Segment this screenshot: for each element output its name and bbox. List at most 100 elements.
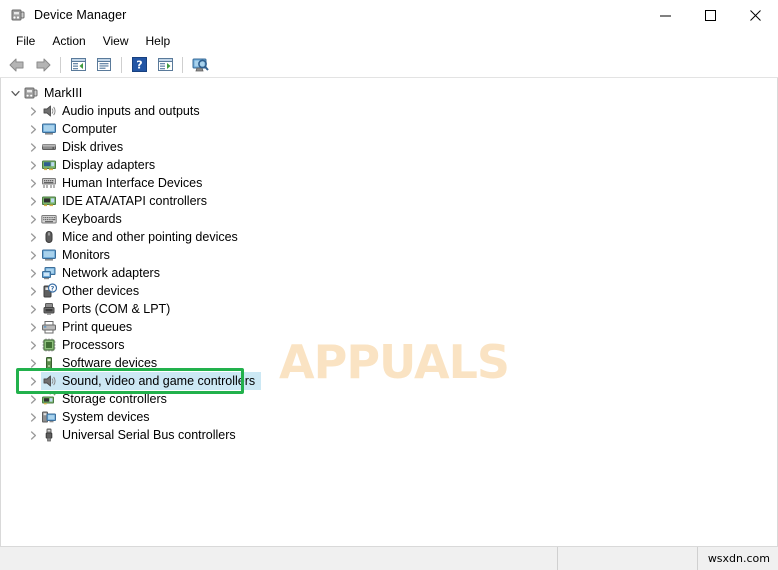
separator-1 bbox=[60, 56, 61, 73]
tree-item-label: Storage controllers bbox=[62, 392, 167, 406]
keyboard-icon bbox=[41, 211, 57, 227]
tree-item-software-devices[interactable]: Software devices bbox=[1, 354, 777, 372]
tree-item-computer[interactable]: Computer bbox=[1, 120, 777, 138]
tree-item-label: Software devices bbox=[62, 356, 158, 370]
speaker-icon bbox=[41, 373, 57, 389]
port-icon bbox=[41, 301, 57, 317]
tree-item-sound-video-and-game-controllers[interactable]: Sound, video and game controllers bbox=[1, 372, 777, 390]
hid-icon bbox=[41, 175, 57, 191]
computer-tower-icon bbox=[23, 85, 39, 101]
processor-icon bbox=[41, 337, 57, 353]
device-tree-panel[interactable]: APPUALS MarkIII Audio inputs and outputs C… bbox=[0, 78, 778, 546]
chevron-right-icon[interactable] bbox=[25, 426, 41, 444]
scan-hardware-changes-button[interactable] bbox=[188, 54, 212, 76]
monitor-icon bbox=[41, 121, 57, 137]
toolbar: ? bbox=[0, 52, 778, 78]
status-bar: wsxdn.com bbox=[0, 546, 778, 570]
separator-3 bbox=[182, 56, 183, 73]
chevron-right-icon[interactable] bbox=[25, 192, 41, 210]
tree-item-universal-serial-bus-controllers[interactable]: Universal Serial Bus controllers bbox=[1, 426, 777, 444]
tree-item-system-devices[interactable]: System devices bbox=[1, 408, 777, 426]
maximize-button[interactable] bbox=[688, 0, 733, 30]
device-manager-icon bbox=[10, 7, 26, 23]
update-driver-button[interactable] bbox=[153, 54, 177, 76]
tree-item-label: Other devices bbox=[62, 284, 140, 298]
tree-item-human-interface-devices[interactable]: Human Interface Devices bbox=[1, 174, 777, 192]
chevron-right-icon[interactable] bbox=[25, 210, 41, 228]
printer-icon bbox=[41, 319, 57, 335]
chevron-right-icon[interactable] bbox=[25, 282, 41, 300]
tree-item-display-adapters[interactable]: Display adapters bbox=[1, 156, 777, 174]
chevron-down-icon[interactable] bbox=[7, 84, 23, 102]
speaker-icon bbox=[41, 103, 57, 119]
chevron-right-icon[interactable] bbox=[25, 102, 41, 120]
tree-item-label: Audio inputs and outputs bbox=[62, 104, 200, 118]
menu-help[interactable]: Help bbox=[138, 31, 180, 51]
tree-item-label: Network adapters bbox=[62, 266, 160, 280]
chevron-right-icon[interactable] bbox=[25, 408, 41, 426]
show-hidden-devices-button[interactable] bbox=[66, 54, 90, 76]
chevron-right-icon[interactable] bbox=[25, 120, 41, 138]
menu-bar: File Action View Help bbox=[0, 30, 778, 52]
menu-file[interactable]: File bbox=[8, 31, 44, 51]
system-device-icon bbox=[41, 409, 57, 425]
tree-item-label: Display adapters bbox=[62, 158, 156, 172]
back-button[interactable] bbox=[5, 54, 29, 76]
tree-item-audio-inputs-and-outputs[interactable]: Audio inputs and outputs bbox=[1, 102, 777, 120]
tree-item-monitors[interactable]: Monitors bbox=[1, 246, 777, 264]
tree-item-storage-controllers[interactable]: Storage controllers bbox=[1, 390, 777, 408]
display-adapter-icon bbox=[41, 157, 57, 173]
other-device-icon: ? bbox=[41, 283, 58, 299]
tree-item-ide-ata-atapi-controllers[interactable]: IDE ATA/ATAPI controllers bbox=[1, 192, 777, 210]
tree-item-disk-drives[interactable]: Disk drives bbox=[1, 138, 777, 156]
usb-icon bbox=[41, 427, 57, 443]
menu-view[interactable]: View bbox=[95, 31, 138, 51]
properties-button[interactable] bbox=[92, 54, 116, 76]
device-tree[interactable]: MarkIII Audio inputs and outputs Computer D… bbox=[1, 78, 777, 444]
tree-item-processors[interactable]: Processors bbox=[1, 336, 777, 354]
window-controls bbox=[643, 0, 778, 30]
close-button[interactable] bbox=[733, 0, 778, 30]
chevron-right-icon[interactable] bbox=[25, 228, 41, 246]
chevron-right-icon[interactable] bbox=[25, 246, 41, 264]
chevron-right-icon[interactable] bbox=[25, 318, 41, 336]
tree-item-label: Universal Serial Bus controllers bbox=[62, 428, 236, 442]
chevron-right-icon[interactable] bbox=[25, 372, 41, 390]
chevron-right-icon[interactable] bbox=[25, 138, 41, 156]
chevron-right-icon[interactable] bbox=[25, 390, 41, 408]
monitor-icon bbox=[41, 247, 57, 263]
menu-action[interactable]: Action bbox=[44, 31, 94, 51]
chevron-right-icon[interactable] bbox=[25, 336, 41, 354]
chevron-right-icon[interactable] bbox=[25, 354, 41, 372]
status-right-pane: wsxdn.com bbox=[707, 552, 770, 565]
tree-item-other-devices[interactable]: ? Other devices bbox=[1, 282, 777, 300]
window-title: Device Manager bbox=[34, 8, 127, 22]
tree-item-keyboards[interactable]: Keyboards bbox=[1, 210, 777, 228]
title-bar: Device Manager bbox=[0, 0, 778, 30]
tree-item-label: Computer bbox=[62, 122, 117, 136]
chevron-right-icon[interactable] bbox=[25, 300, 41, 318]
tree-root-node[interactable]: MarkIII bbox=[1, 84, 777, 102]
tree-item-label: Ports (COM & LPT) bbox=[62, 302, 171, 316]
chevron-right-icon[interactable] bbox=[25, 156, 41, 174]
forward-button[interactable] bbox=[31, 54, 55, 76]
mouse-icon bbox=[41, 229, 57, 245]
chevron-right-icon[interactable] bbox=[25, 264, 41, 282]
disk-drive-icon bbox=[41, 139, 57, 155]
minimize-button[interactable] bbox=[643, 0, 688, 30]
tree-item-label: Print queues bbox=[62, 320, 133, 334]
tree-item-label: Monitors bbox=[62, 248, 110, 262]
tree-item-label: Human Interface Devices bbox=[62, 176, 203, 190]
tree-item-label: IDE ATA/ATAPI controllers bbox=[62, 194, 207, 208]
tree-item-label: Disk drives bbox=[62, 140, 124, 154]
tree-root-label: MarkIII bbox=[44, 86, 83, 100]
help-button[interactable]: ? bbox=[127, 54, 151, 76]
tree-item-ports-com-lpt[interactable]: Ports (COM & LPT) bbox=[1, 300, 777, 318]
tree-item-print-queues[interactable]: Print queues bbox=[1, 318, 777, 336]
tree-item-mice-and-other-pointing-devices[interactable]: Mice and other pointing devices bbox=[1, 228, 777, 246]
separator-2 bbox=[121, 56, 122, 73]
tree-item-network-adapters[interactable]: Network adapters bbox=[1, 264, 777, 282]
tree-item-label: System devices bbox=[62, 410, 150, 424]
chevron-right-icon[interactable] bbox=[25, 174, 41, 192]
software-device-icon bbox=[41, 355, 57, 371]
